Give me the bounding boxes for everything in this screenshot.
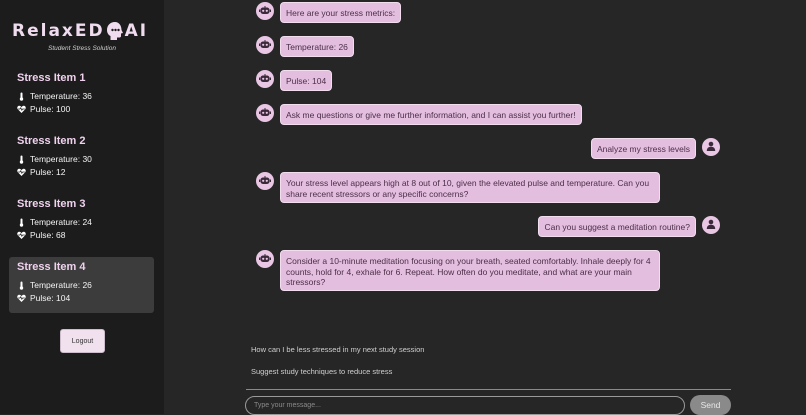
user-icon xyxy=(706,138,716,156)
pulse-row: Pulse: 68 xyxy=(17,230,65,240)
temperature-value: Temperature: 24 xyxy=(30,217,92,227)
stress-item-title: Stress Item 4 xyxy=(17,261,86,273)
bot-message: Here are your stress metrics: xyxy=(280,2,402,23)
stress-item-1[interactable]: Stress Item 1 Temperature: 36 Pulse: 100 xyxy=(9,68,154,124)
stress-item-2[interactable]: Stress Item 2 Temperature: 30 Pulse: 12 xyxy=(9,131,154,187)
pulse-value: Pulse: 100 xyxy=(30,104,71,114)
stress-item-3[interactable]: Stress Item 3 Temperature: 24 Pulse: 68 xyxy=(9,194,154,250)
robot-icon xyxy=(259,104,271,122)
pulse-row: Pulse: 100 xyxy=(17,104,70,114)
thermometer-icon xyxy=(17,281,26,290)
stress-item-4[interactable]: Stress Item 4 Temperature: 26 Pulse: 104 xyxy=(9,257,154,313)
sidebar: RelaxED AI Student Stress Solution Stres… xyxy=(0,0,164,414)
tagline: Student Stress Solution xyxy=(48,45,116,52)
bot-message: Ask me questions or give me further info… xyxy=(280,104,582,125)
robot-icon xyxy=(259,172,271,190)
bot-message: Your stress level appears high at 8 out … xyxy=(280,172,660,203)
robot-icon xyxy=(259,70,271,88)
stress-item-title: Stress Item 1 xyxy=(17,72,86,84)
logo-head-icon xyxy=(106,21,124,41)
heart-pulse-icon xyxy=(17,294,26,303)
bot-avatar xyxy=(256,36,274,54)
user-icon xyxy=(706,216,716,234)
bot-message: Consider a 10-minute meditation focusing… xyxy=(280,250,660,291)
pulse-row: Pulse: 12 xyxy=(17,167,65,177)
temperature-value: Temperature: 36 xyxy=(30,91,92,101)
bot-message: Temperature: 26 xyxy=(280,36,354,57)
stress-item-title: Stress Item 3 xyxy=(17,198,86,210)
heart-pulse-icon xyxy=(17,168,26,177)
user-avatar xyxy=(702,216,720,234)
bot-avatar xyxy=(256,2,274,20)
thermometer-icon xyxy=(17,92,26,101)
suggestion-item[interactable]: Suggest study techniques to reduce stres… xyxy=(251,367,392,376)
robot-icon xyxy=(259,250,271,268)
user-message: Analyze my stress levels xyxy=(590,138,696,159)
heart-pulse-icon xyxy=(17,105,26,114)
suggestion-item[interactable]: How can I be less stressed in my next st… xyxy=(251,345,424,354)
thermometer-icon xyxy=(17,218,26,227)
bot-avatar xyxy=(256,172,274,190)
robot-icon xyxy=(259,36,271,54)
temperature-row: Temperature: 36 xyxy=(17,91,92,101)
bot-avatar xyxy=(256,70,274,88)
robot-icon xyxy=(259,2,271,20)
send-button[interactable]: Send xyxy=(690,395,731,415)
pulse-value: Pulse: 104 xyxy=(30,293,71,303)
user-avatar xyxy=(702,138,720,156)
stress-item-title: Stress Item 2 xyxy=(17,135,86,147)
pulse-value: Pulse: 68 xyxy=(30,230,66,240)
bot-avatar xyxy=(256,250,274,268)
logout-button[interactable]: Logout xyxy=(60,329,105,353)
heart-pulse-icon xyxy=(17,231,26,240)
thermometer-icon xyxy=(17,155,26,164)
temperature-value: Temperature: 30 xyxy=(30,154,92,164)
logo-text-right: AI xyxy=(124,21,149,41)
temperature-row: Temperature: 30 xyxy=(17,154,92,164)
pulse-value: Pulse: 12 xyxy=(30,167,66,177)
bot-avatar xyxy=(256,104,274,122)
pulse-row: Pulse: 104 xyxy=(17,293,70,303)
message-input[interactable] xyxy=(245,396,685,415)
logo-text-left: RelaxED xyxy=(12,21,105,41)
temperature-value: Temperature: 26 xyxy=(30,280,92,290)
temperature-row: Temperature: 26 xyxy=(17,280,92,290)
user-message: Can you suggest a meditation routine? xyxy=(538,216,696,237)
app-logo: RelaxED AI xyxy=(12,20,154,42)
divider xyxy=(246,389,731,390)
bot-message: Pulse: 104 xyxy=(280,70,333,91)
temperature-row: Temperature: 24 xyxy=(17,217,92,227)
